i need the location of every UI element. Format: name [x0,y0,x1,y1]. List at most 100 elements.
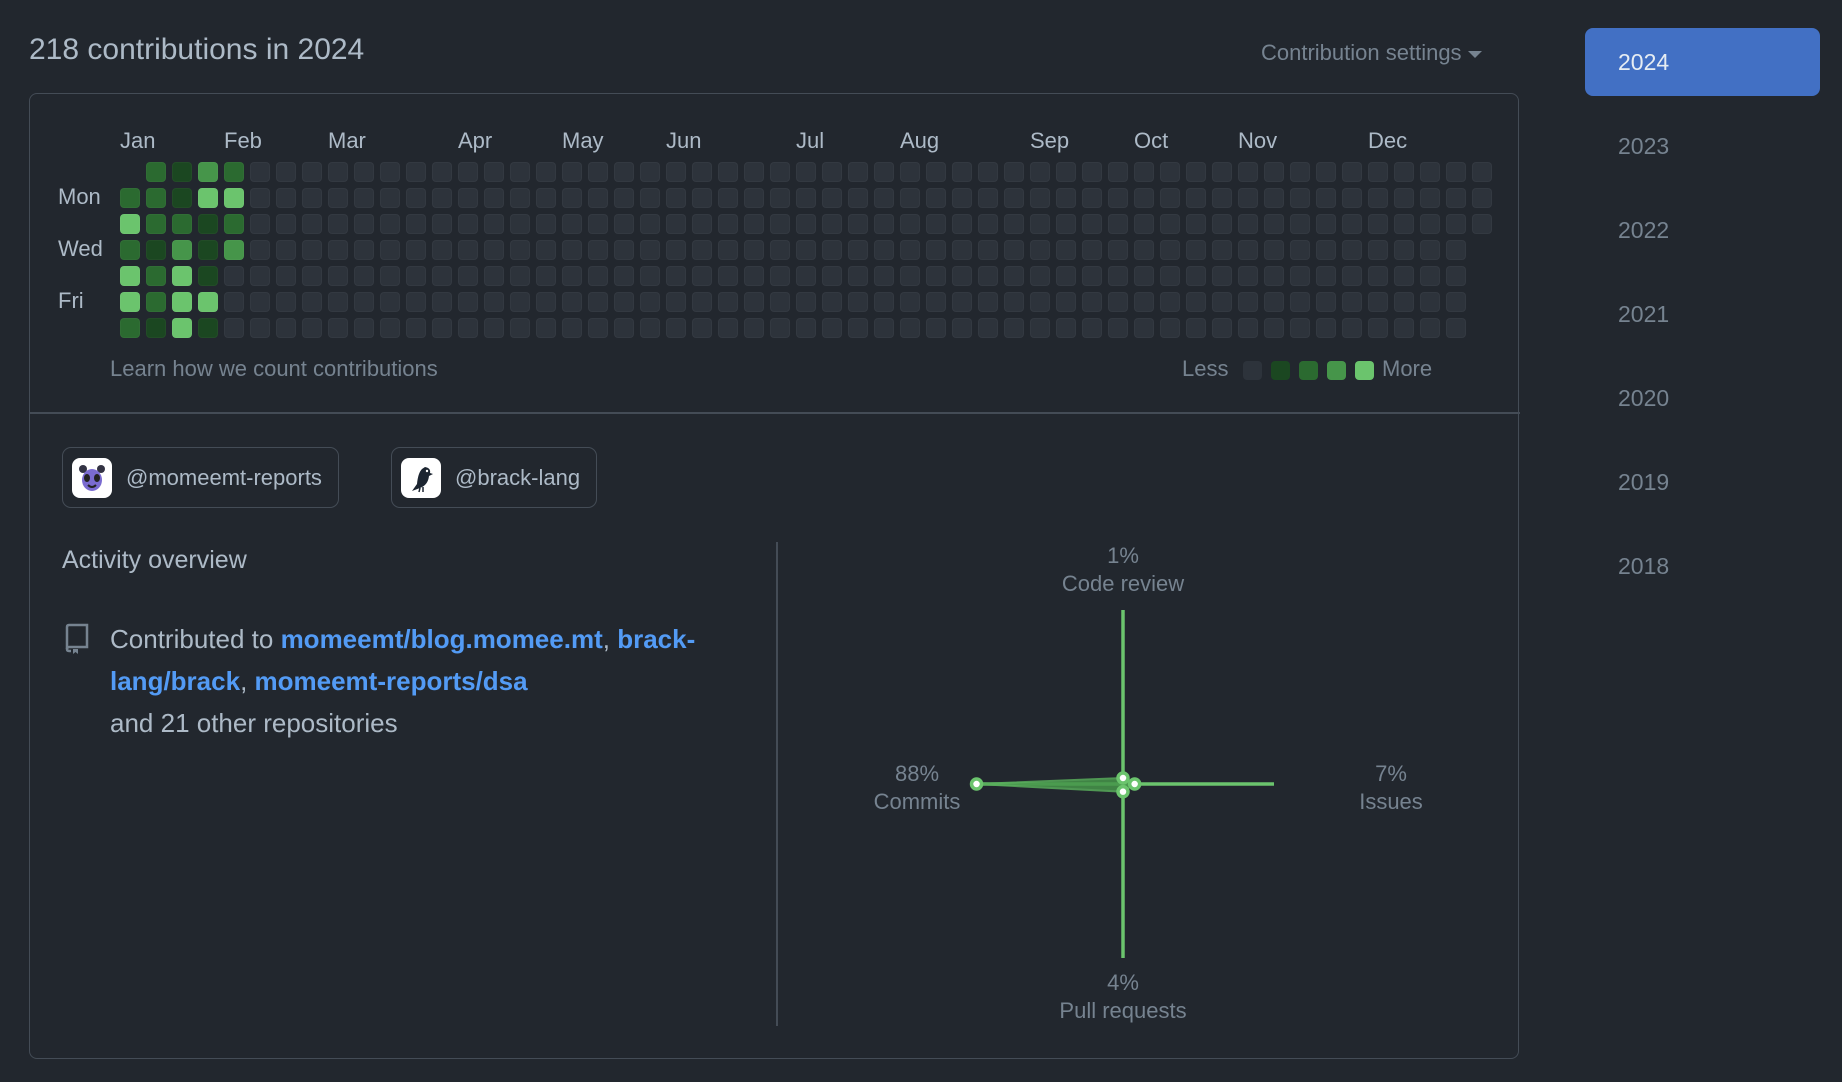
contribution-day[interactable] [1108,188,1128,208]
contribution-day[interactable] [198,162,218,182]
contribution-day[interactable] [744,240,764,260]
contribution-day[interactable] [1030,162,1050,182]
contribution-day[interactable] [302,188,322,208]
contribution-day[interactable] [276,266,296,286]
contribution-day[interactable] [354,292,374,312]
contribution-day[interactable] [1290,266,1310,286]
contribution-day[interactable] [1160,162,1180,182]
contribution-day[interactable] [432,188,452,208]
contribution-day[interactable] [146,292,166,312]
contribution-day[interactable] [900,188,920,208]
contribution-day[interactable] [1446,214,1466,234]
contribution-day[interactable] [1160,214,1180,234]
contribution-day[interactable] [172,292,192,312]
contribution-day[interactable] [432,318,452,338]
contribution-day[interactable] [952,318,972,338]
contribution-day[interactable] [614,292,634,312]
contribution-day[interactable] [796,240,816,260]
contribution-day[interactable] [224,162,244,182]
contribution-day[interactable] [1186,266,1206,286]
contribution-day[interactable] [484,318,504,338]
contribution-day[interactable] [172,214,192,234]
contribution-day[interactable] [1108,292,1128,312]
contribution-day[interactable] [354,266,374,286]
contribution-day[interactable] [380,214,400,234]
contribution-day[interactable] [1264,240,1284,260]
contribution-day[interactable] [406,266,426,286]
contribution-day[interactable] [276,188,296,208]
contribution-day[interactable] [1290,188,1310,208]
contribution-day[interactable] [640,240,660,260]
contribution-day[interactable] [1238,188,1258,208]
contribution-day[interactable] [1290,162,1310,182]
contribution-day[interactable] [1316,188,1336,208]
contribution-day[interactable] [1004,292,1024,312]
contribution-day[interactable] [1212,188,1232,208]
contribution-day[interactable] [614,188,634,208]
contribution-day[interactable] [1368,240,1388,260]
org-filter-momeemt-reports[interactable]: @momeemt-reports [62,447,339,508]
contribution-day[interactable] [484,162,504,182]
contribution-day[interactable] [1420,266,1440,286]
contribution-day[interactable] [1004,214,1024,234]
contribution-day[interactable] [822,214,842,234]
contribution-day[interactable] [120,240,140,260]
contribution-day[interactable] [172,240,192,260]
contribution-day[interactable] [588,214,608,234]
contribution-day[interactable] [328,188,348,208]
contribution-day[interactable] [952,188,972,208]
contribution-day[interactable] [1186,292,1206,312]
contribution-day[interactable] [458,240,478,260]
year-2020[interactable]: 2020 [1585,364,1820,432]
contribution-day[interactable] [224,188,244,208]
contribution-day[interactable] [588,162,608,182]
contribution-day[interactable] [926,318,946,338]
contribution-day[interactable] [1446,266,1466,286]
contribution-day[interactable] [692,162,712,182]
contribution-day[interactable] [354,162,374,182]
contribution-day[interactable] [1108,318,1128,338]
contribution-day[interactable] [484,188,504,208]
contribution-day[interactable] [224,266,244,286]
contribution-day[interactable] [146,266,166,286]
contribution-day[interactable] [1446,292,1466,312]
contribution-day[interactable] [302,292,322,312]
contribution-day[interactable] [1472,188,1492,208]
contribution-day[interactable] [900,240,920,260]
contribution-day[interactable] [1160,188,1180,208]
contribution-day[interactable] [718,162,738,182]
contribution-day[interactable] [692,188,712,208]
year-2018[interactable]: 2018 [1585,532,1820,600]
contribution-day[interactable] [718,292,738,312]
contribution-day[interactable] [1238,292,1258,312]
contribution-day[interactable] [1030,188,1050,208]
contribution-day[interactable] [822,266,842,286]
year-2019[interactable]: 2019 [1585,448,1820,516]
contribution-day[interactable] [1368,266,1388,286]
contribution-day[interactable] [770,214,790,234]
contribution-day[interactable] [1446,162,1466,182]
contribution-day[interactable] [1108,240,1128,260]
contribution-day[interactable] [770,318,790,338]
contribution-day[interactable] [1082,188,1102,208]
contribution-day[interactable] [1186,318,1206,338]
contribution-day[interactable] [1342,162,1362,182]
contribution-day[interactable] [1082,318,1102,338]
contribution-day[interactable] [1290,318,1310,338]
contribution-day[interactable] [120,292,140,312]
contribution-day[interactable] [198,214,218,234]
contribution-day[interactable] [120,214,140,234]
org-filter-brack-lang[interactable]: @brack-lang [391,447,598,508]
contribution-day[interactable] [874,188,894,208]
contribution-day[interactable] [1420,162,1440,182]
contribution-day[interactable] [614,318,634,338]
contribution-day[interactable] [1316,162,1336,182]
contribution-day[interactable] [744,188,764,208]
contribution-day[interactable] [1186,162,1206,182]
contribution-day[interactable] [354,240,374,260]
contribution-day[interactable] [458,292,478,312]
contribution-day[interactable] [1264,162,1284,182]
contribution-day[interactable] [718,240,738,260]
contribution-day[interactable] [1264,266,1284,286]
contribution-day[interactable] [146,162,166,182]
